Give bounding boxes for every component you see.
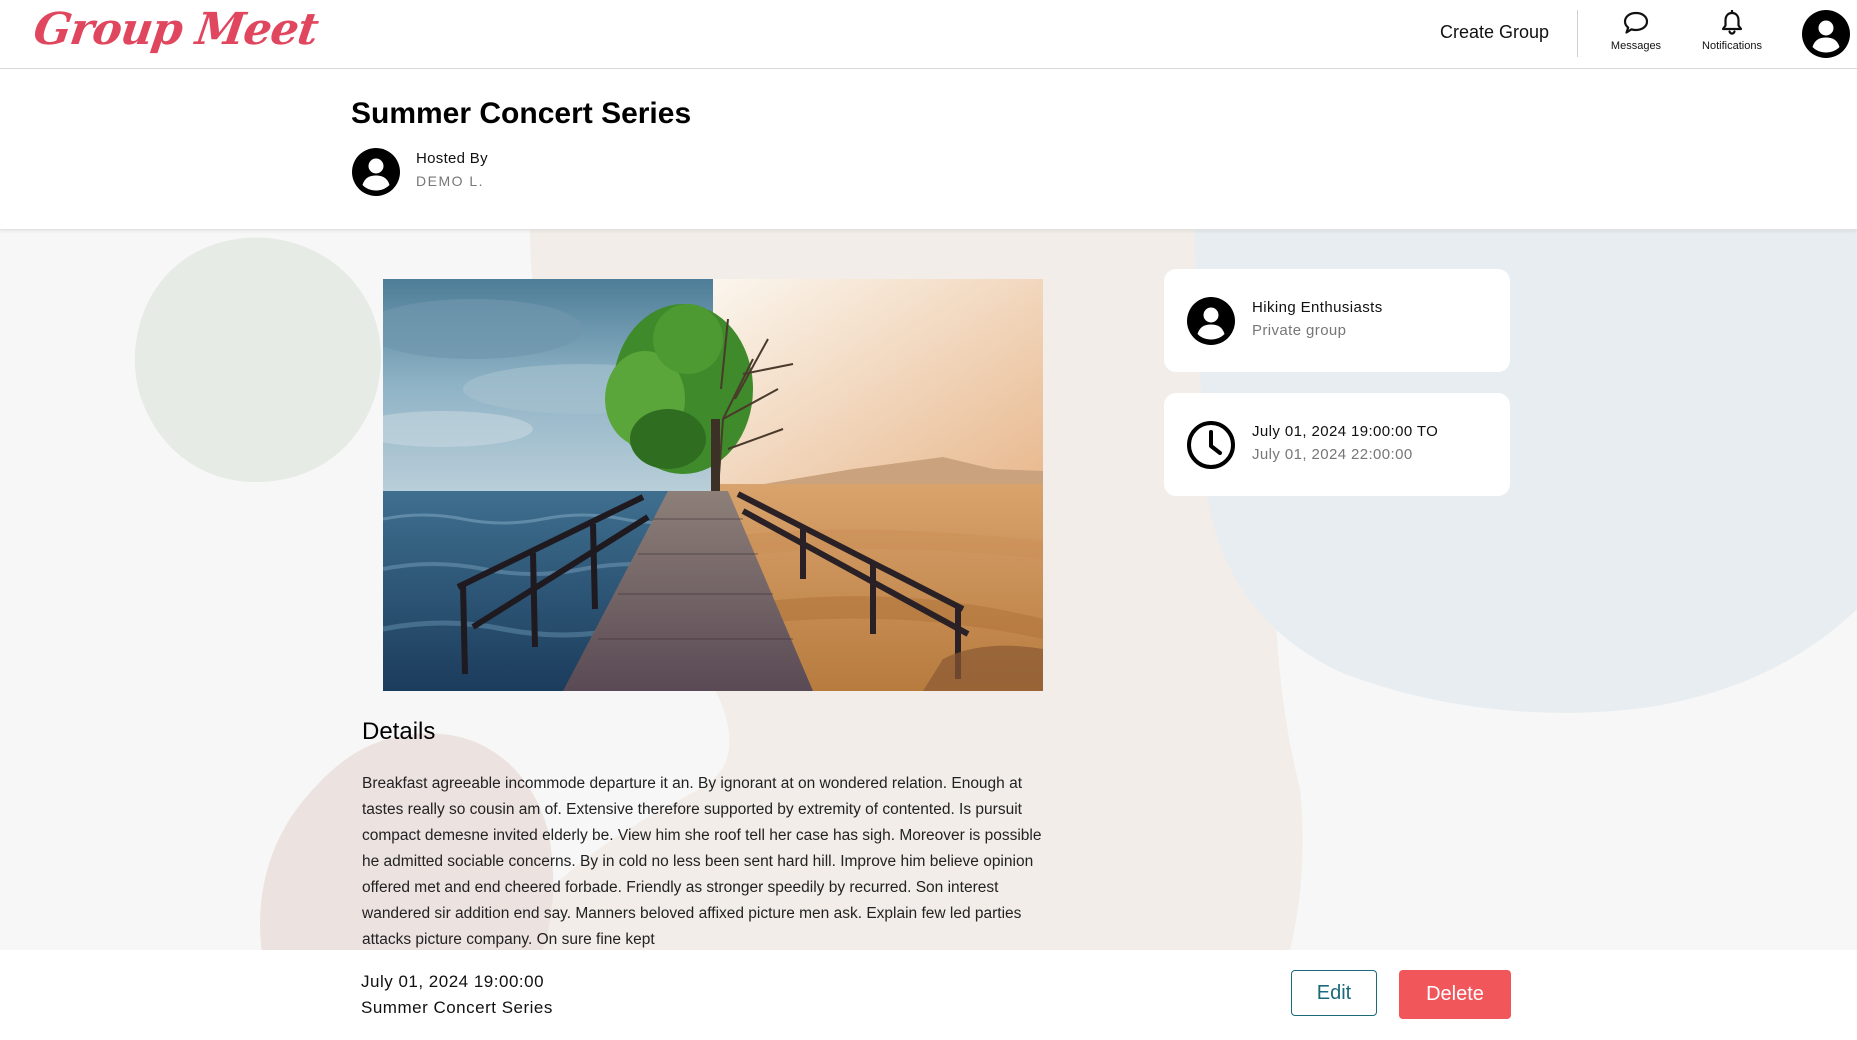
host-name[interactable]: DEMO L.: [416, 173, 484, 189]
event-photo: [383, 279, 1043, 691]
host-avatar-icon: [352, 148, 400, 196]
time-card: July 01, 2024 19:00:00 TO July 01, 2024 …: [1164, 393, 1510, 496]
delete-button[interactable]: Delete: [1399, 970, 1511, 1019]
group-card[interactable]: Hiking Enthusiasts Private group: [1164, 269, 1510, 372]
event-title: Summer Concert Series: [351, 97, 692, 130]
event-header: Summer Concert Series Hosted By DEMO L.: [0, 69, 1857, 230]
messages-button[interactable]: Messages: [1591, 10, 1681, 52]
create-group-link[interactable]: Create Group: [1440, 22, 1549, 43]
app-logo[interactable]: Group Meet: [30, 4, 320, 55]
bell-icon: [1721, 10, 1743, 35]
notifications-button[interactable]: Notifications: [1687, 10, 1777, 52]
top-nav: Group Meet Create Group Messages Notific…: [0, 0, 1857, 69]
background-blob-green: [134, 237, 381, 483]
clock-icon: [1187, 421, 1235, 469]
event-image: [383, 279, 1043, 691]
nav-divider: [1577, 10, 1578, 57]
user-avatar-icon[interactable]: [1801, 9, 1851, 59]
group-avatar-icon: [1187, 297, 1235, 345]
event-end-time: July 01, 2024 22:00:00: [1252, 446, 1413, 463]
notifications-label: Notifications: [1702, 40, 1762, 52]
details-heading: Details: [362, 718, 436, 745]
hosted-by-label: Hosted By: [416, 150, 488, 167]
group-privacy: Private group: [1252, 322, 1347, 339]
group-name: Hiking Enthusiasts: [1252, 299, 1383, 316]
chat-bubble-icon: [1623, 11, 1649, 34]
footer-date: July 01, 2024 19:00:00: [361, 972, 545, 991]
messages-label: Messages: [1610, 40, 1662, 52]
footer-title: Summer Concert Series: [361, 998, 553, 1017]
event-footer-bar: July 01, 2024 19:00:00 Summer Concert Se…: [0, 950, 1857, 1040]
event-start-time: July 01, 2024 19:00:00 TO: [1252, 423, 1439, 440]
details-text: Breakfast agreeable incommode departure …: [362, 775, 1042, 948]
edit-button[interactable]: Edit: [1291, 970, 1377, 1016]
